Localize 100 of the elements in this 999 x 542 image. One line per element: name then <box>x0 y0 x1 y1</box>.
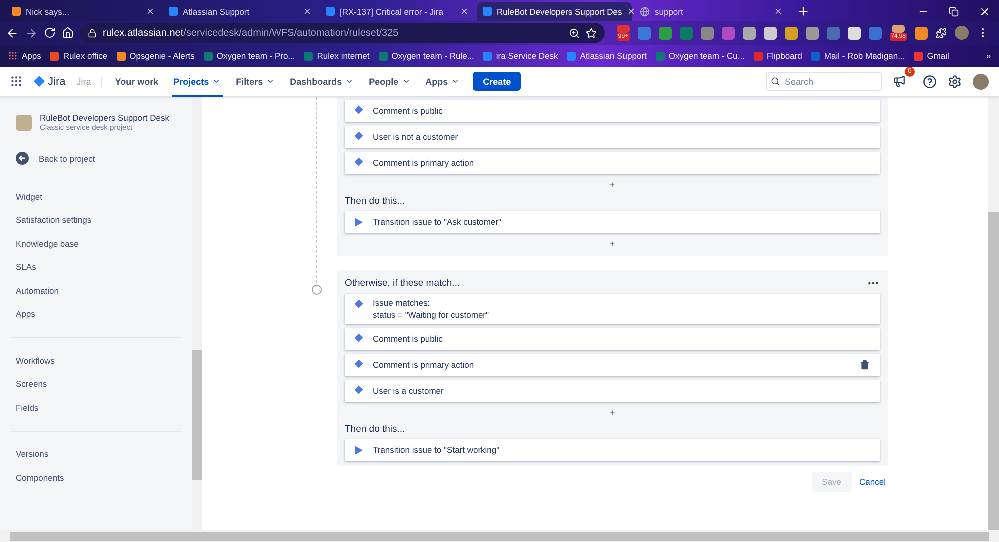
site-icon <box>326 7 335 16</box>
condition-card[interactable]: Issue matches: status = "Waiting for customer" <box>345 294 880 324</box>
nav-item[interactable]: Filters <box>234 66 278 96</box>
zoom-icon[interactable] <box>569 28 580 38</box>
scrollbar-thumb[interactable] <box>988 212 999 530</box>
sidebar-item[interactable]: Knowledge base <box>16 232 192 256</box>
cancel-link[interactable]: Cancel <box>858 472 888 492</box>
sidebar-item[interactable]: Workflows <box>16 349 192 372</box>
nav-item[interactable]: People <box>367 66 413 96</box>
star-icon[interactable] <box>586 28 597 38</box>
site-icon <box>567 52 576 60</box>
product-label: Jira <box>76 76 102 86</box>
trash-icon[interactable] <box>860 360 870 370</box>
extension-icon[interactable] <box>915 26 928 40</box>
bookmark[interactable]: Rulex office <box>50 51 108 61</box>
site-icon <box>656 52 665 60</box>
notifications-icon[interactable] <box>893 75 906 88</box>
app-switcher-icon[interactable] <box>10 75 23 88</box>
restore-icon[interactable] <box>949 6 959 16</box>
search-icon <box>771 77 780 86</box>
user-avatar[interactable] <box>973 74 989 90</box>
address-bar[interactable]: rulex.atlassian.net/servicedesk/admin/WFS/automation/ruleset/325 <box>80 23 605 43</box>
condition-card[interactable]: Comment is public <box>345 328 880 350</box>
browser-tab[interactable]: Nick says... <box>6 2 161 21</box>
site-icon <box>12 7 21 16</box>
play-icon <box>355 446 363 454</box>
condition-card[interactable]: User is not a customer <box>345 126 880 148</box>
condition-card[interactable]: Comment is primary action <box>345 354 880 376</box>
bookmark[interactable]: Oxygen team - Cu... <box>656 51 745 61</box>
site-icon <box>116 52 126 60</box>
extension-icon[interactable] <box>892 25 905 33</box>
bookmark[interactable]: Flipboard <box>754 51 802 61</box>
condition-card[interactable]: Comment is public <box>345 100 880 122</box>
site-icon <box>483 7 492 16</box>
extension-icon[interactable] <box>806 26 819 40</box>
sidebar-item[interactable]: Satisfaction settings <box>16 208 192 232</box>
bookmark[interactable]: Gmail <box>914 51 950 61</box>
close-icon[interactable] <box>460 7 469 16</box>
sidebar-item[interactable]: Versions <box>16 442 192 466</box>
puzzle-icon[interactable] <box>936 28 948 38</box>
sidebar-item[interactable]: Widget <box>16 185 192 208</box>
forward-icon[interactable] <box>25 26 38 40</box>
sidebar-item[interactable]: Apps <box>16 302 192 326</box>
bookmark[interactable]: Atlassian Support <box>567 51 647 61</box>
bookmark[interactable]: Mail - Rob Madigan... <box>811 51 906 61</box>
site-icon <box>754 52 763 60</box>
close-icon[interactable] <box>303 7 312 16</box>
scrollbar-thumb[interactable] <box>10 532 989 540</box>
bookmarks-overflow[interactable]: » <box>986 51 991 61</box>
nav-item[interactable]: Dashboards <box>288 66 356 96</box>
sidebar-item[interactable]: SLAs <box>16 256 192 279</box>
sidebar-item[interactable]: Components <box>16 466 192 490</box>
close-icon[interactable] <box>627 7 636 16</box>
sidebar-item[interactable]: Automation <box>16 279 192 302</box>
add-button[interactable]: + <box>604 406 622 420</box>
sidebar-item[interactable]: Fields <box>16 396 192 420</box>
scrollbar-thumb[interactable] <box>192 350 202 480</box>
close-icon[interactable] <box>774 7 783 16</box>
jira-logo[interactable]: Jira <box>34 76 66 88</box>
bookmark[interactable]: Oxygen team - Rule... <box>378 51 474 61</box>
timeline-node <box>312 285 322 295</box>
bookmark[interactable]: Oxygen team - Pro... <box>204 51 296 61</box>
action-card[interactable]: Transition issue to "Start working" <box>345 439 880 461</box>
bookmark[interactable]: Opsgenie - Alerts <box>116 51 195 61</box>
site-icon <box>378 52 388 60</box>
bookmark[interactable]: Apps <box>8 51 42 61</box>
browser-tab[interactable]: support <box>634 2 789 21</box>
back-link[interactable]: Back to project <box>16 152 192 165</box>
site-icon <box>811 52 820 60</box>
extension-icon[interactable] <box>743 26 756 40</box>
play-icon <box>355 218 363 226</box>
block-title: Then do this... <box>345 424 406 435</box>
extension-icon[interactable] <box>764 26 777 40</box>
browser-tab[interactable]: Atlassian Support <box>163 2 318 21</box>
condition-card[interactable]: User is a customer <box>345 380 880 402</box>
browser-tab[interactable]: [RX-137] Critical error - Jira <box>320 2 475 21</box>
close-icon[interactable] <box>979 6 991 18</box>
browser-tab[interactable]: RuleBot Developers Support Des <box>477 2 632 21</box>
add-button[interactable]: + <box>604 178 622 192</box>
reload-icon[interactable] <box>44 27 56 39</box>
nav-item[interactable]: Your work <box>113 66 161 96</box>
settings-icon[interactable] <box>948 74 962 88</box>
action-card[interactable]: Transition issue to "Ask customer" <box>345 211 880 233</box>
add-button[interactable]: + <box>604 237 622 251</box>
back-icon[interactable] <box>6 26 19 40</box>
home-icon[interactable] <box>62 27 74 39</box>
nav-item[interactable]: Apps <box>424 66 462 96</box>
grid-icon <box>8 51 18 61</box>
close-icon[interactable] <box>146 7 155 16</box>
extension-icon[interactable] <box>848 26 861 40</box>
bookmark[interactable]: ira Service Desk <box>483 51 558 61</box>
condition-card[interactable]: Comment is primary action <box>345 152 880 174</box>
bookmark[interactable]: Rulex internet <box>304 51 370 61</box>
site-icon <box>304 52 314 60</box>
search-field[interactable]: Search <box>766 72 882 91</box>
extension-icon[interactable] <box>785 26 798 40</box>
sidebar-item[interactable]: Screens <box>16 372 192 396</box>
help-icon[interactable] <box>923 74 937 88</box>
create-button[interactable]: Create <box>473 72 522 91</box>
profile-avatar[interactable] <box>955 26 970 40</box>
